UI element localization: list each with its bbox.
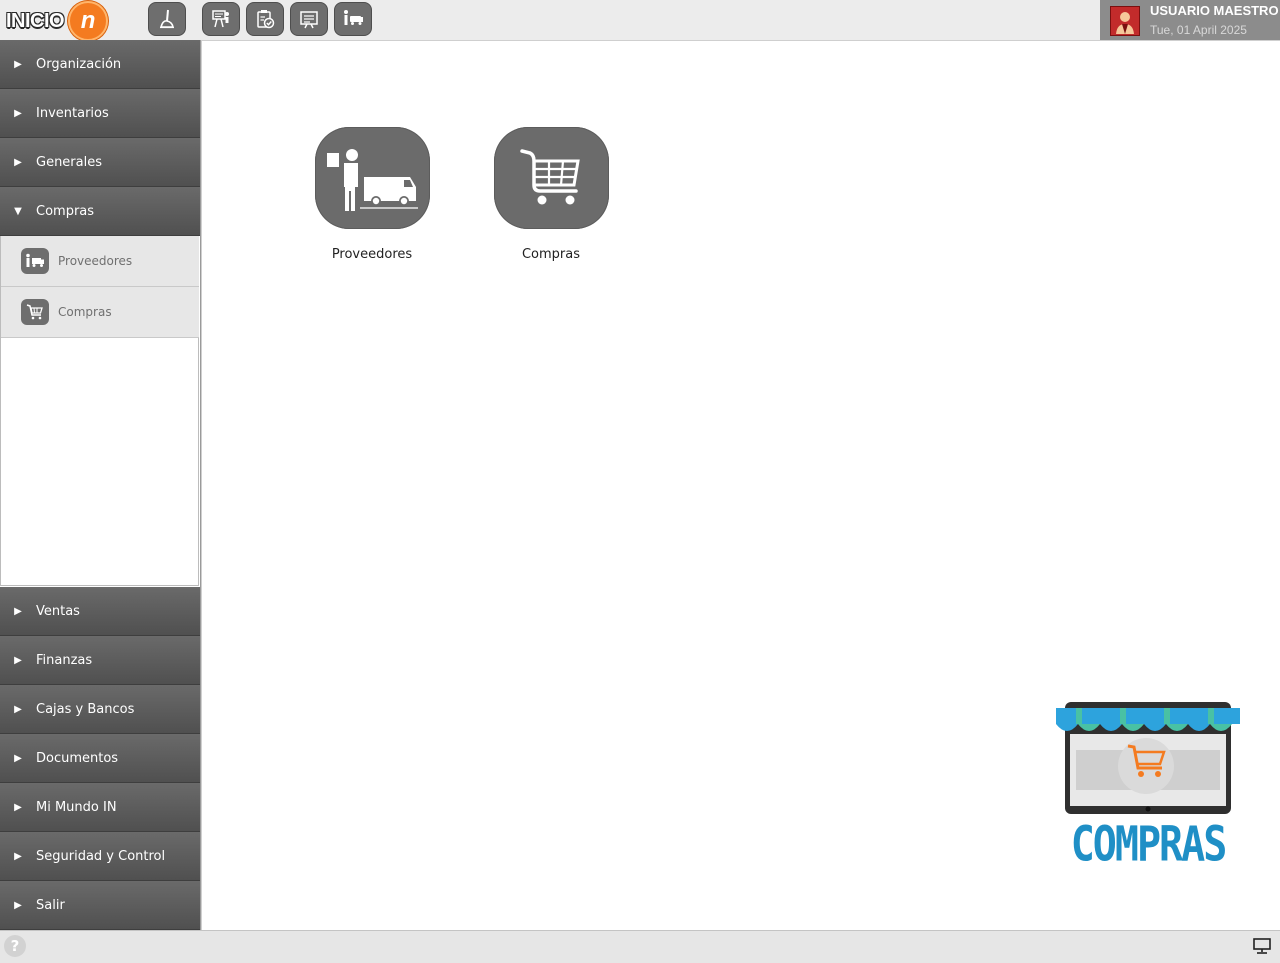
sidebar-item-finanzas[interactable]: ▶ Finanzas [0, 636, 200, 685]
clipboard-check-icon [257, 10, 275, 29]
logo-text: INICIO [6, 9, 65, 32]
sidebar-item-cajas-y-bancos[interactable]: ▶ Cajas y Bancos [0, 685, 200, 734]
sidebar-item-organizacion[interactable]: ▶ Organización [0, 40, 200, 89]
user-panel[interactable]: USUARIO MAESTRO Tue, 01 April 2025 [1100, 0, 1280, 40]
supplier-truck-icon [21, 248, 49, 274]
current-date: Tue, 01 April 2025 [1150, 23, 1247, 37]
sidebar-item-mi-mundo-in[interactable]: ▶ Mi Mundo IN [0, 783, 200, 832]
user-icon [1116, 12, 1134, 34]
tile-proveedores-button[interactable] [314, 127, 430, 229]
sidebar-item-label: Documentos [36, 750, 119, 766]
store-illustration [1056, 702, 1240, 814]
submenu-item-label: Proveedores [58, 254, 133, 268]
sidebar-item-label: Mi Mundo IN [36, 799, 117, 815]
chevron-right-icon: ▶ [14, 654, 22, 666]
chevron-right-icon: ▶ [14, 605, 22, 617]
supplier-button[interactable] [334, 2, 372, 36]
logo-badge-letter: n [80, 7, 96, 34]
top-bar: INICIO n USUARIO MAESTRO Tue, 01 April 2… [0, 0, 1280, 41]
submenu-item-label: Compras [58, 305, 112, 319]
sidebar-item-label: Salir [36, 897, 65, 913]
monitor-icon[interactable] [1252, 937, 1272, 955]
sidebar-item-label: Inventarios [36, 105, 109, 121]
sidebar-item-ventas[interactable]: ▶ Ventas [0, 587, 200, 636]
chevron-right-icon: ▶ [14, 107, 22, 119]
sidebar-item-label: Generales [36, 154, 103, 170]
inventory-button[interactable] [246, 2, 284, 36]
submenu-item-proveedores[interactable]: Proveedores [1, 236, 199, 287]
app-logo[interactable]: INICIO n [6, 1, 109, 41]
chevron-down-icon: ▼ [14, 205, 22, 217]
sidebar-item-label: Compras [36, 203, 95, 219]
org-chart-icon [212, 10, 229, 28]
chevron-right-icon: ▶ [14, 156, 22, 168]
logo-badge: n [68, 1, 109, 41]
shopping-cart-icon [21, 299, 49, 325]
chevron-right-icon: ▶ [14, 752, 22, 764]
sidebar-item-inventarios[interactable]: ▶ Inventarios [0, 89, 200, 138]
delivery-man-icon [344, 10, 363, 25]
submenu-item-compras[interactable]: Compras [1, 287, 199, 338]
chevron-right-icon: ▶ [14, 58, 22, 70]
sidebar-item-label: Seguridad y Control [36, 848, 166, 864]
sidebar-item-label: Finanzas [36, 652, 93, 668]
compras-banner: COMPRAS [1048, 698, 1248, 878]
sidebar-item-generales[interactable]: ▶ Generales [0, 138, 200, 187]
supplier-truck-icon [327, 149, 418, 211]
sidebar-item-seguridad-y-control[interactable]: ▶ Seguridad y Control [0, 832, 200, 881]
banner-title: COMPRAS [1070, 817, 1228, 873]
tile-compras[interactable]: Compras [481, 127, 621, 262]
help-icon[interactable]: ? [4, 935, 26, 957]
chevron-right-icon: ▶ [14, 899, 22, 911]
chevron-right-icon: ▶ [14, 801, 22, 813]
document-list-icon [300, 11, 318, 29]
sidebar-item-label: Organización [36, 56, 122, 72]
broom-icon [159, 9, 174, 29]
broom-button[interactable] [148, 2, 186, 36]
sidebar-item-label: Cajas y Bancos [36, 701, 135, 717]
tile-compras-label: Compras [521, 247, 581, 262]
sidebar-item-salir[interactable]: ▶ Salir [0, 881, 200, 930]
sidebar-item-label: Ventas [36, 603, 80, 619]
main-content: Proveedores Compras COMPRAS [201, 41, 1280, 930]
general-button[interactable] [290, 2, 328, 36]
status-bar: ? [0, 930, 1280, 963]
organization-button[interactable] [202, 2, 240, 36]
sidebar-item-documentos[interactable]: ▶ Documentos [0, 734, 200, 783]
sidebar: ▶ Organización ▶ Inventarios ▶ Generales… [0, 40, 201, 930]
user-name: USUARIO MAESTRO [1150, 3, 1279, 18]
sidebar-item-compras[interactable]: ▼ Compras [0, 187, 200, 236]
chevron-right-icon: ▶ [14, 850, 22, 862]
tile-proveedores[interactable]: Proveedores [302, 127, 442, 262]
chevron-right-icon: ▶ [14, 703, 22, 715]
shopping-cart-icon [520, 149, 580, 205]
tile-proveedores-label: Proveedores [331, 247, 413, 262]
tile-compras-button[interactable] [493, 127, 609, 229]
user-avatar [1110, 6, 1140, 36]
